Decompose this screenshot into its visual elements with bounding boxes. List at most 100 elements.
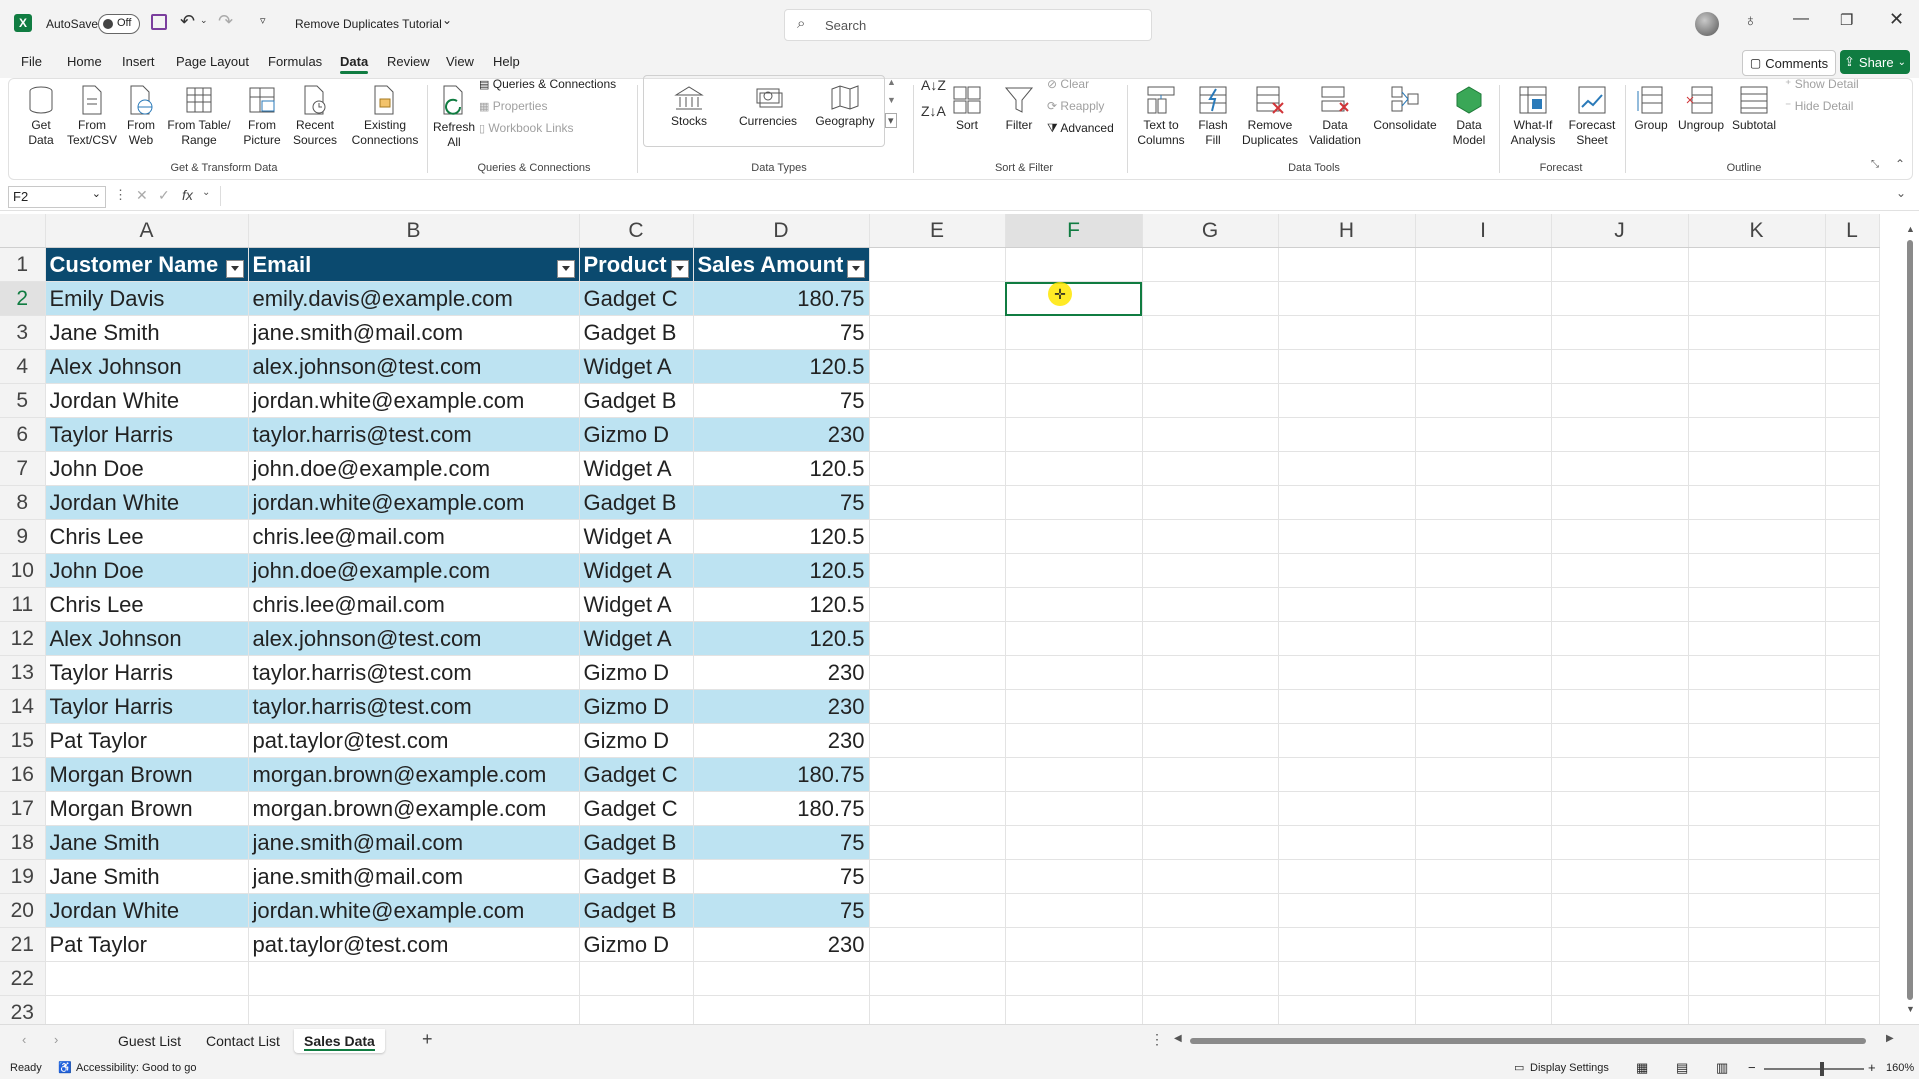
cell[interactable] [1688,825,1826,860]
display-settings-button[interactable]: Display Settings [1530,1062,1609,1074]
data-cell[interactable]: Widget A [579,587,694,622]
cell[interactable] [1688,553,1826,588]
tab-review[interactable]: Review [387,54,430,69]
normal-view-icon[interactable]: ▦ [1636,1060,1648,1076]
cell[interactable] [1415,485,1552,520]
cell[interactable] [1005,247,1143,282]
cell[interactable] [1825,689,1880,724]
fx-dropdown-icon[interactable]: ⌄ [202,187,210,198]
cell[interactable] [1278,961,1416,996]
cell[interactable] [1551,927,1689,962]
select-all-corner[interactable] [0,214,46,248]
data-cell[interactable]: 180.75 [693,281,870,316]
filter-dropdown-icon[interactable] [670,259,689,278]
row-header[interactable]: 12 [0,621,46,656]
table-header-cell[interactable]: Sales Amount [693,247,870,282]
cell[interactable] [45,995,249,1024]
sheet-tab-contact-list[interactable]: Contact List [206,1033,280,1049]
column-header-e[interactable]: E [869,214,1006,248]
text-to-columns-button[interactable]: Text to Columns [1133,85,1189,148]
column-header-k[interactable]: K [1688,214,1826,248]
cell[interactable] [1825,247,1880,282]
data-cell[interactable]: Gizmo D [579,927,694,962]
data-cell[interactable]: Chris Lee [45,519,249,554]
scroll-down-icon[interactable]: ▼ [1906,1004,1915,1014]
data-validation-button[interactable]: Data Validation [1305,85,1365,148]
cell[interactable] [1005,995,1143,1024]
cell[interactable] [869,587,1006,622]
data-cell[interactable]: Pat Taylor [45,927,249,962]
cell[interactable] [1278,723,1416,758]
data-cell[interactable]: 75 [693,383,870,418]
cell[interactable] [1005,349,1143,384]
cell[interactable] [1688,485,1826,520]
restore-icon[interactable]: ❐ [1840,11,1853,29]
tab-file[interactable]: File [21,54,42,69]
cell[interactable] [1688,587,1826,622]
from-web-button[interactable]: From Web [121,85,161,148]
data-model-button[interactable]: Data Model [1445,85,1493,148]
cell[interactable] [1825,349,1880,384]
cell[interactable] [1278,757,1416,792]
column-header-l[interactable]: L [1825,214,1880,248]
cell[interactable] [248,995,580,1024]
add-sheet-icon[interactable]: + [422,1029,433,1050]
cell[interactable] [1688,723,1826,758]
row-header[interactable]: 2 [0,281,46,316]
cell[interactable] [1005,961,1143,996]
cell[interactable] [869,485,1006,520]
tab-page-layout[interactable]: Page Layout [176,54,249,69]
data-cell[interactable]: Widget A [579,451,694,486]
cell[interactable] [1551,655,1689,690]
cell[interactable] [869,723,1006,758]
cell[interactable] [1415,417,1552,452]
horizontal-scroll-thumb[interactable] [1190,1038,1866,1044]
cell[interactable] [1415,553,1552,588]
table-header-cell[interactable]: Customer Name [45,247,249,282]
data-cell[interactable]: chris.lee@mail.com [248,519,580,554]
cell[interactable] [1551,757,1689,792]
from-picture-button[interactable]: From Picture [237,85,287,148]
data-cell[interactable]: chris.lee@mail.com [248,587,580,622]
zoom-slider[interactable] [1764,1062,1864,1076]
data-cell[interactable]: 180.75 [693,757,870,792]
data-cell[interactable]: Gadget B [579,383,694,418]
data-cell[interactable]: Gadget C [579,281,694,316]
cell[interactable] [1142,587,1279,622]
flash-fill-button[interactable]: Flash Fill [1193,85,1233,148]
cell[interactable] [1142,757,1279,792]
cell[interactable] [1551,995,1689,1024]
cell[interactable] [1005,519,1143,554]
tab-insert[interactable]: Insert [122,54,155,69]
row-header[interactable]: 11 [0,587,46,622]
gallery-more-icon[interactable]: ▾ [885,113,897,128]
column-header-a[interactable]: A [45,214,249,248]
show-detail-button[interactable]: ⁺ Show Detail [1785,77,1859,91]
outline-launcher-icon[interactable]: ⤡ [1871,159,1879,170]
undo-icon[interactable]: ↶ [180,11,195,32]
cell[interactable] [1825,281,1880,316]
row-header[interactable]: 18 [0,825,46,860]
data-cell[interactable]: pat.taylor@test.com [248,927,580,962]
data-cell[interactable]: Pat Taylor [45,723,249,758]
cell[interactable] [1688,621,1826,656]
recent-sources-button[interactable]: Recent Sources [289,85,341,148]
cell[interactable] [1688,451,1826,486]
data-cell[interactable]: Gadget C [579,757,694,792]
data-cell[interactable]: Jordan White [45,383,249,418]
accessibility-status[interactable]: Accessibility: Good to go [76,1062,196,1074]
row-header[interactable]: 1 [0,247,46,282]
cell[interactable] [1142,247,1279,282]
insert-function-icon[interactable]: fx [182,187,193,203]
cell[interactable] [1142,893,1279,928]
cell[interactable] [869,247,1006,282]
cell[interactable] [1005,655,1143,690]
cell[interactable] [1688,281,1826,316]
scroll-left-icon[interactable]: ◀ [1174,1033,1182,1044]
cancel-icon[interactable]: ✕ [136,187,148,204]
cell[interactable] [1825,995,1880,1024]
cell[interactable] [1005,859,1143,894]
cell[interactable] [869,791,1006,826]
cell[interactable] [1688,893,1826,928]
data-cell[interactable]: taylor.harris@test.com [248,689,580,724]
